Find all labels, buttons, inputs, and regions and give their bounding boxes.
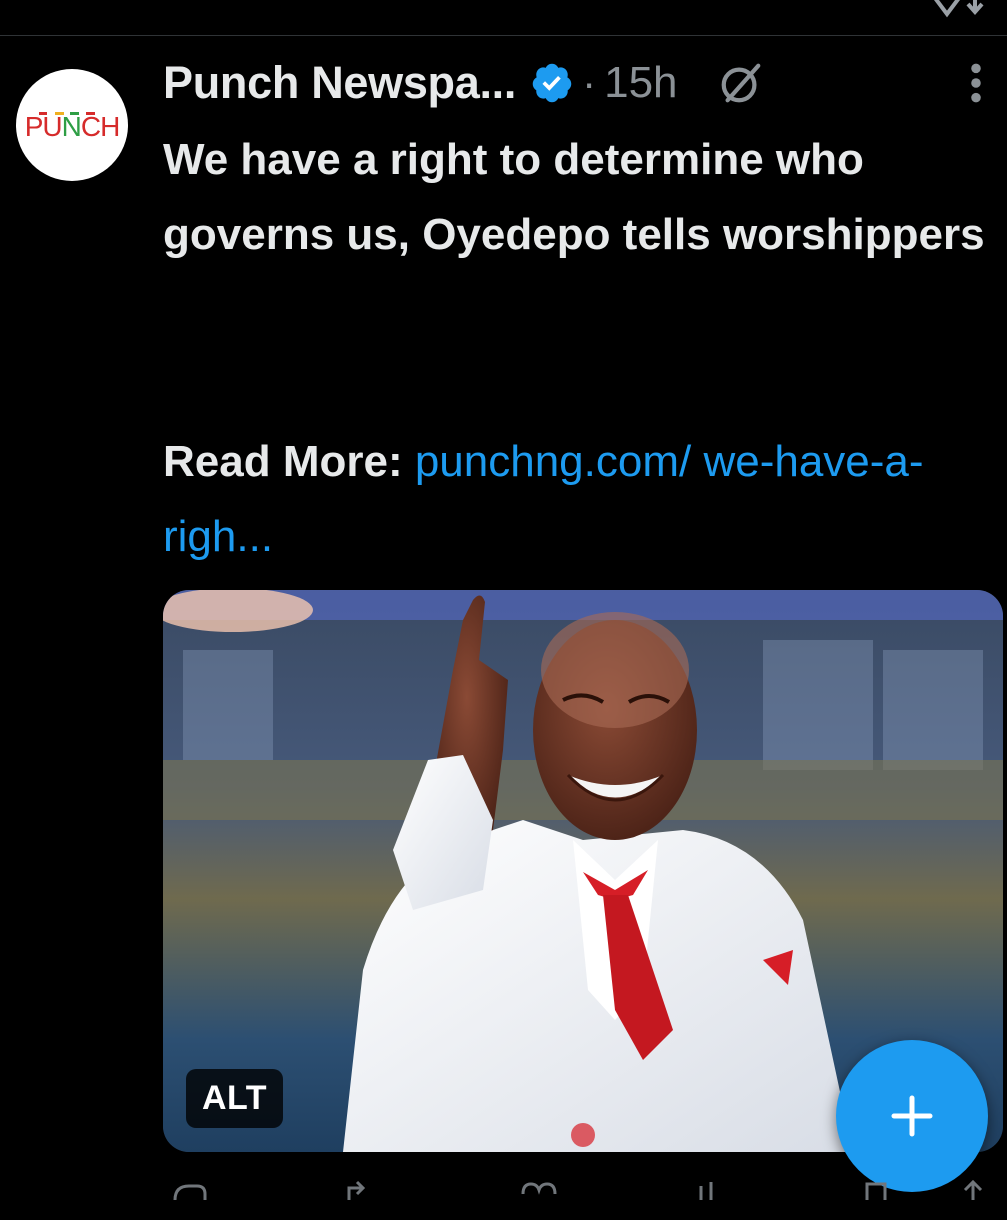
- share-icon[interactable]: [925, 0, 985, 24]
- read-more-label: Read More:: [163, 437, 403, 486]
- plus-icon: [891, 1095, 933, 1137]
- verified-badge-icon: [532, 63, 572, 103]
- svg-text:PUNCH: PUNCH: [25, 111, 120, 142]
- reply-icon[interactable]: [169, 1180, 209, 1200]
- action-bar: [163, 1180, 1003, 1220]
- share-icon[interactable]: [953, 1180, 993, 1200]
- separator: ·: [582, 59, 597, 106]
- bookmark-icon[interactable]: [863, 1180, 893, 1200]
- avatar[interactable]: PUNCH: [16, 69, 128, 181]
- punch-logo: PUNCH: [25, 111, 121, 142]
- post-time[interactable]: 15h: [604, 58, 677, 108]
- grok-icon[interactable]: [718, 60, 764, 106]
- author-name[interactable]: Punch Newspa...: [163, 57, 516, 109]
- like-icon[interactable]: [519, 1180, 559, 1200]
- post-text: We have a right to determine who governs…: [163, 135, 985, 259]
- divider: [0, 35, 1007, 36]
- compose-button[interactable]: [836, 1040, 988, 1192]
- views-icon[interactable]: [695, 1180, 725, 1200]
- read-more: Read More: punchng.com/ we-have-a-righ..…: [163, 424, 993, 574]
- more-icon[interactable]: [969, 61, 983, 105]
- previous-post-strip: [0, 0, 1007, 36]
- repost-icon[interactable]: [343, 1180, 393, 1200]
- post-header: Punch Newspa... · 15h: [163, 52, 997, 114]
- alt-badge[interactable]: ALT: [186, 1069, 284, 1128]
